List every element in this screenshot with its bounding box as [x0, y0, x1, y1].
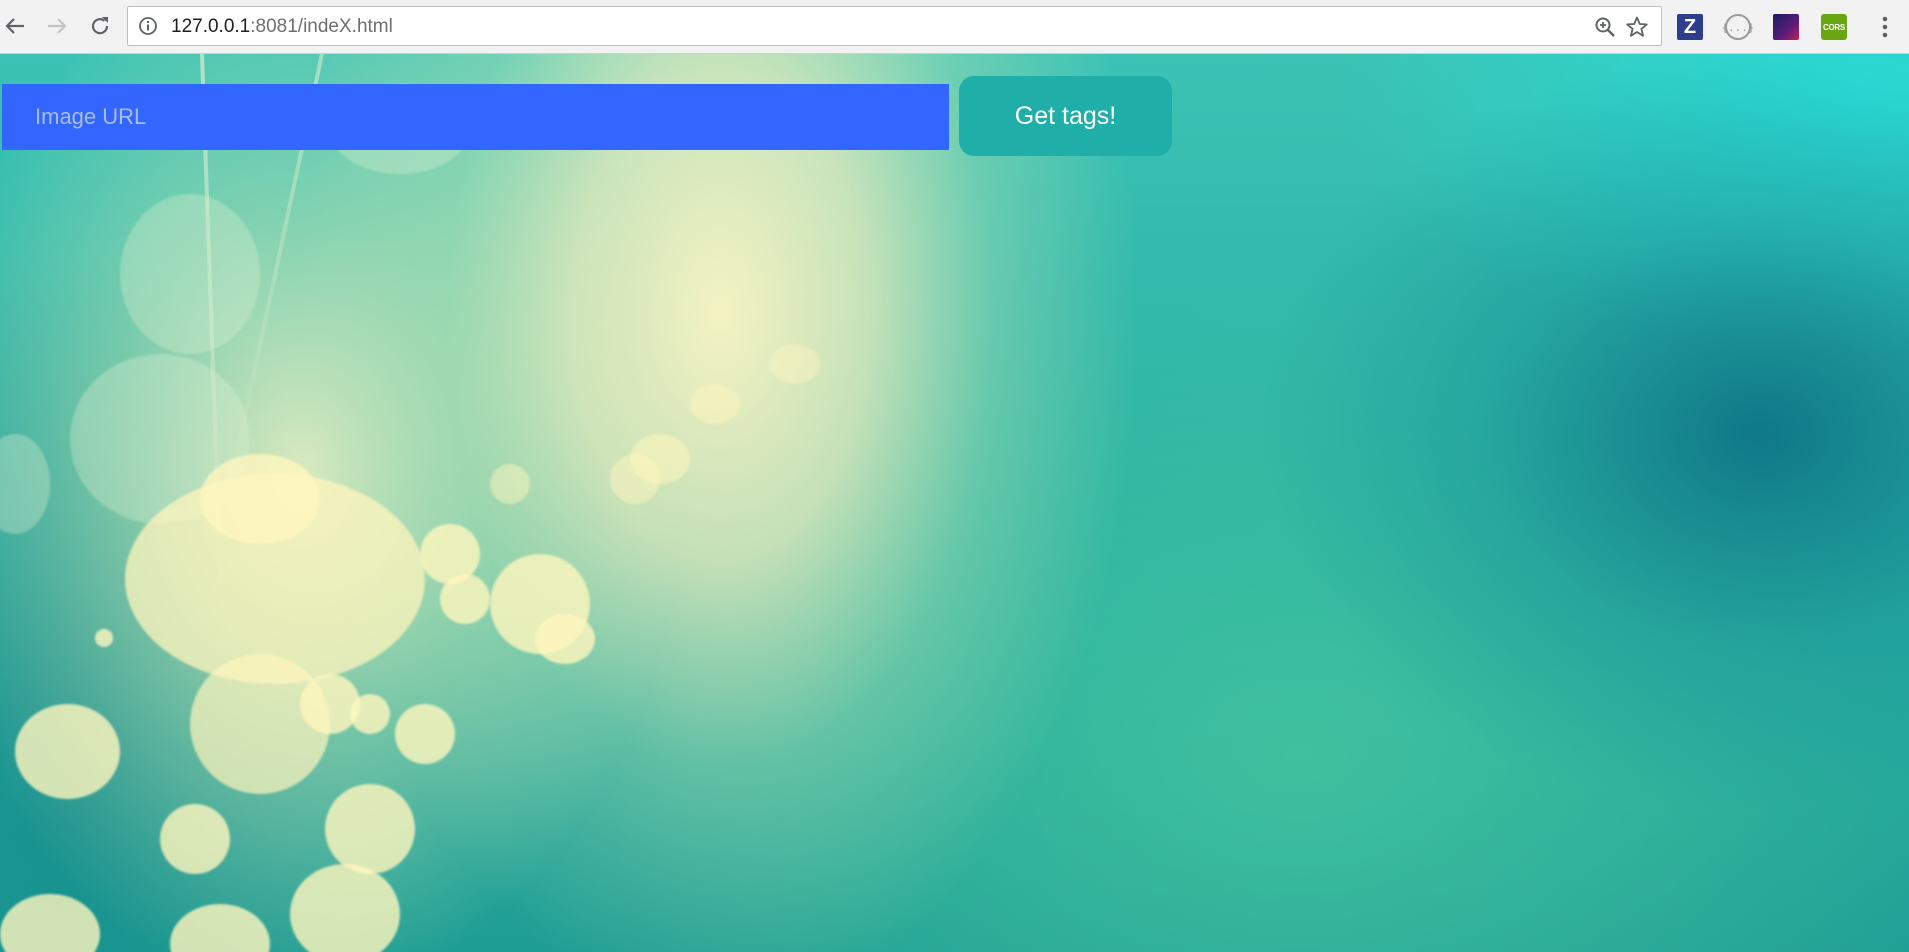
bokeh-circle [350, 694, 390, 734]
get-tags-button[interactable]: Get tags! [959, 76, 1172, 156]
zoom-icon[interactable] [1593, 15, 1617, 39]
address-url[interactable]: 127.0.0.1:8081/indeX.html [171, 16, 393, 38]
browser-toolbar: 127.0.0.1:8081/indeX.html Z {...} CORS [0, 0, 1909, 54]
address-path: :8081/indeX.html [250, 16, 393, 37]
forward-arrow-icon[interactable] [42, 11, 72, 41]
json-viewer-extension-icon[interactable]: {...} [1721, 14, 1755, 40]
reload-icon[interactable] [85, 11, 115, 41]
bokeh-circle [0, 894, 100, 952]
cors-extension-icon[interactable]: CORS [1821, 14, 1847, 40]
bokeh-circle [770, 344, 820, 384]
bokeh-circle [300, 674, 360, 734]
bokeh-circle [160, 804, 230, 874]
bokeh-circle [0, 434, 50, 534]
back-arrow-icon[interactable] [0, 11, 30, 41]
bokeh-circle [120, 194, 260, 354]
bokeh-circle [95, 629, 113, 647]
z-extension-icon[interactable]: Z [1677, 14, 1703, 40]
bokeh-circle [170, 904, 270, 952]
bokeh-circle [535, 614, 595, 664]
bokeh-circle [690, 384, 740, 424]
page-background: Get tags! [0, 54, 1909, 952]
bokeh-circle [325, 784, 415, 874]
bokeh-circle [630, 434, 690, 484]
bokeh-circle [15, 704, 120, 799]
bokeh-circle [395, 704, 455, 764]
bokeh-circle [290, 864, 400, 952]
address-bar[interactable]: 127.0.0.1:8081/indeX.html [127, 6, 1662, 46]
browser-window: 127.0.0.1:8081/indeX.html Z {...} CORS I… [0, 0, 1909, 952]
star-icon[interactable] [1625, 15, 1649, 39]
image-url-input[interactable] [2, 84, 949, 150]
bokeh-circle [490, 464, 530, 504]
bokeh-circle [440, 574, 490, 624]
menu-icon[interactable] [1872, 14, 1898, 40]
bokeh-circle [200, 454, 320, 544]
address-host: 127.0.0.1 [171, 16, 251, 37]
info-icon[interactable] [138, 16, 158, 36]
dark-extension-icon[interactable] [1773, 14, 1799, 40]
